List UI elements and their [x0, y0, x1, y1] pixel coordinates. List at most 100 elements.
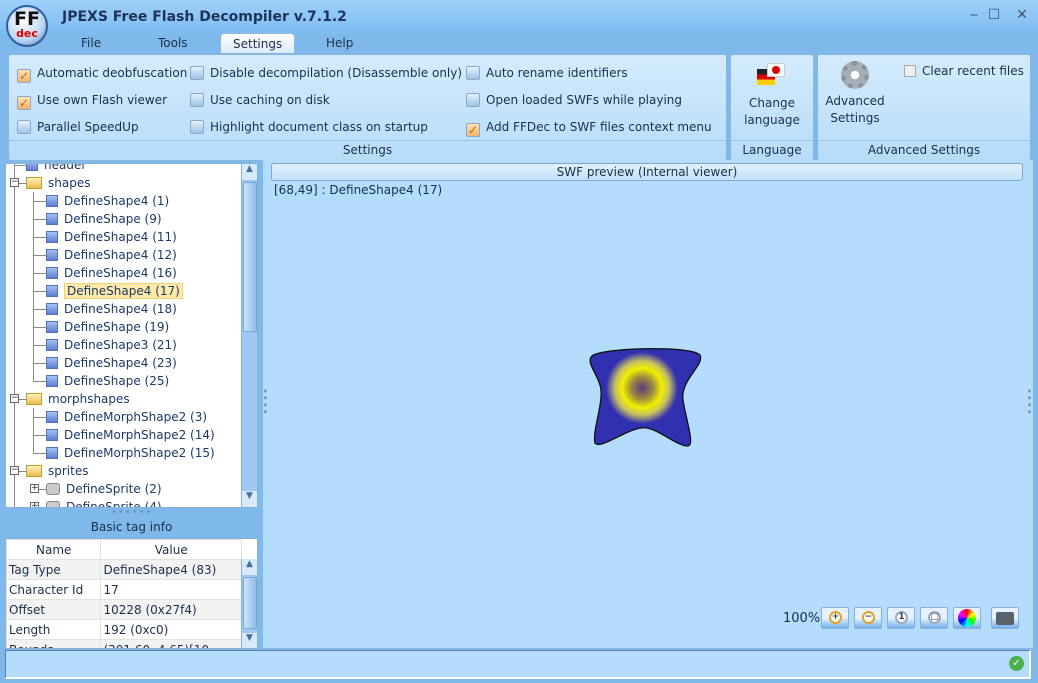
tree-item[interactable]: DefineSprite (2) — [46, 480, 162, 498]
close-button[interactable]: ✕ — [1014, 7, 1030, 23]
tree-item-label: DefineShape4 (1) — [64, 194, 170, 208]
scroll-up-arrow[interactable]: ▲ — [242, 164, 257, 180]
scroll-thumb[interactable] — [243, 182, 257, 332]
expand-toggle[interactable]: − — [10, 394, 19, 403]
column-header-value[interactable]: Value — [100, 539, 242, 560]
highlight-document-class-checkbox[interactable]: Highlight document class on startup — [190, 118, 428, 136]
zoom-in-button[interactable]: + — [821, 607, 849, 629]
shape-icon — [46, 411, 58, 423]
advanced-settings-button[interactable]: Advanced Settings — [818, 61, 892, 127]
shape-icon — [46, 267, 58, 279]
tree-item-label: DefineShape3 (21) — [64, 338, 177, 352]
scroll-down-arrow[interactable]: ▼ — [242, 633, 257, 648]
automatic-deobfuscation-checkbox[interactable]: ✓ Automatic deobfuscation — [17, 64, 187, 83]
tab-help[interactable]: Help — [314, 33, 365, 53]
auto-rename-checkbox[interactable]: Auto rename identifiers — [466, 64, 628, 82]
table-row[interactable]: Offset 10228 (0x27f4) — [6, 599, 242, 620]
maximize-button[interactable]: ☐ — [986, 7, 1002, 23]
tree-scrollbar[interactable]: ▲ ▼ — [241, 164, 257, 507]
shape-icon — [46, 231, 58, 243]
value-cell: (301.60, 4.65)[10 — [100, 639, 242, 648]
left-splitter-handle[interactable]: •••• — [259, 388, 270, 416]
zoom-in-icon: + — [829, 611, 842, 624]
language-panel: Change language Language — [730, 54, 814, 161]
table-row[interactable]: Tag Type DefineShape4 (83) — [6, 559, 242, 580]
tree-item-label: DefineShape (9) — [64, 212, 162, 226]
tree-item[interactable]: DefineMorphShape2 (3) — [46, 408, 207, 426]
expand-toggle[interactable]: + — [30, 502, 39, 507]
context-menu-checkbox[interactable]: ✓ Add FFDec to SWF files context menu — [466, 118, 712, 137]
tab-tools[interactable]: Tools — [146, 33, 200, 53]
preview-header: SWF preview (Internal viewer) — [271, 163, 1023, 181]
zoom-out-button[interactable]: − — [854, 607, 882, 629]
tree-item-label: DefineShape4 (17) — [64, 283, 183, 299]
name-cell: Length — [6, 619, 102, 640]
scroll-down-arrow[interactable]: ▼ — [242, 491, 257, 507]
expand-toggle[interactable]: − — [10, 466, 19, 475]
name-cell: Character Id — [6, 579, 102, 600]
tree-item[interactable]: DefineMorphShape2 (15) — [46, 444, 215, 462]
disable-decompilation-checkbox[interactable]: Disable decompilation (Disassemble only) — [190, 64, 462, 82]
splitter-handle[interactable]: •••••• — [111, 507, 152, 518]
shape-icon — [46, 357, 58, 369]
advanced-settings-caption: Advanced Settings — [818, 140, 1030, 160]
name-cell: Tag Type — [6, 559, 102, 580]
tree-item[interactable]: DefineShape (25) — [46, 372, 169, 390]
tree-item[interactable]: DefineShape4 (17) — [46, 282, 183, 300]
tree-item[interactable]: DefineShape (9) — [46, 210, 162, 228]
folder-icon — [26, 393, 42, 405]
tree-item[interactable]: DefineShape4 (11) — [46, 228, 177, 246]
shape-icon — [46, 285, 58, 297]
tree-item[interactable]: morphshapes — [26, 390, 130, 408]
tree-item[interactable]: shapes — [26, 174, 90, 192]
tree-item[interactable]: DefineShape4 (23) — [46, 354, 177, 372]
table-scrollbar[interactable]: ▲ ▼ — [241, 559, 257, 648]
shape-icon — [46, 447, 58, 459]
parallel-speedup-checkbox[interactable]: Parallel SpeedUp — [17, 118, 139, 136]
settings-caption: Settings — [9, 140, 726, 160]
value-cell: 10228 (0x27f4) — [100, 599, 242, 620]
tab-file[interactable]: File — [69, 33, 113, 53]
tree-item-label: DefineMorphShape2 (14) — [64, 428, 215, 442]
scroll-up-arrow[interactable]: ▲ — [242, 559, 257, 575]
tree-item[interactable]: DefineShape4 (12) — [46, 246, 177, 264]
tree-item[interactable]: DefineMorphShape2 (14) — [46, 426, 215, 444]
tree-item[interactable]: DefineShape4 (1) — [46, 192, 169, 210]
column-header-name[interactable]: Name — [6, 539, 102, 560]
tab-settings[interactable]: Settings — [220, 33, 296, 53]
scroll-thumb[interactable] — [243, 577, 257, 629]
table-row[interactable]: Length 192 (0xc0) — [6, 619, 242, 640]
tree-item[interactable]: DefineShape4 (18) — [46, 300, 177, 318]
gear-icon — [841, 61, 869, 89]
right-splitter-handle[interactable]: •••• — [1023, 388, 1034, 416]
minimize-button[interactable]: ‒ — [966, 7, 982, 23]
zoom-fit-button[interactable]: □ — [920, 607, 948, 629]
own-flash-viewer-checkbox[interactable]: ✓ Use own Flash viewer — [17, 91, 167, 110]
tree-item[interactable]: DefineShape (19) — [46, 318, 169, 336]
tree-item-label: DefineMorphShape2 (15) — [64, 446, 215, 460]
expand-toggle[interactable]: − — [10, 178, 19, 187]
zoom-level: 100% — [783, 611, 821, 626]
tree-item[interactable]: DefineShape3 (21) — [46, 336, 177, 354]
open-loaded-swfs-checkbox[interactable]: Open loaded SWFs while playing — [466, 91, 682, 109]
tree-item[interactable]: sprites — [26, 462, 88, 480]
tag-tree[interactable]: header shapes − DefineShape4 (1) DefineShape… — [5, 163, 258, 508]
background-color-button[interactable] — [953, 607, 981, 629]
expand-toggle[interactable]: + — [30, 484, 39, 493]
tree-item[interactable]: header — [26, 163, 87, 174]
snapshot-button[interactable] — [991, 607, 1019, 629]
tag-info-table: Name Value Tag Type DefineShape4 (83) Chara… — [5, 538, 258, 649]
tree-item[interactable]: DefineShape4 (16) — [46, 264, 177, 282]
caching-on-disk-checkbox[interactable]: Use caching on disk — [190, 91, 330, 109]
tree-item-label: header — [44, 163, 87, 172]
zoom-actual-button[interactable]: 1 — [887, 607, 915, 629]
shape-icon — [26, 164, 38, 171]
change-language-button[interactable]: Change language — [731, 61, 813, 129]
table-row[interactable]: Character Id 17 — [6, 579, 242, 600]
folder-icon — [26, 177, 42, 189]
name-cell: Offset — [6, 599, 102, 620]
zoom-actual-icon: 1 — [895, 611, 908, 624]
table-row[interactable]: Bounds(301.60, 4.65)[10 — [6, 639, 242, 648]
tree-item-label: DefineShape (25) — [64, 374, 170, 388]
clear-recent-files-button[interactable]: Clear recent files — [904, 62, 1024, 80]
